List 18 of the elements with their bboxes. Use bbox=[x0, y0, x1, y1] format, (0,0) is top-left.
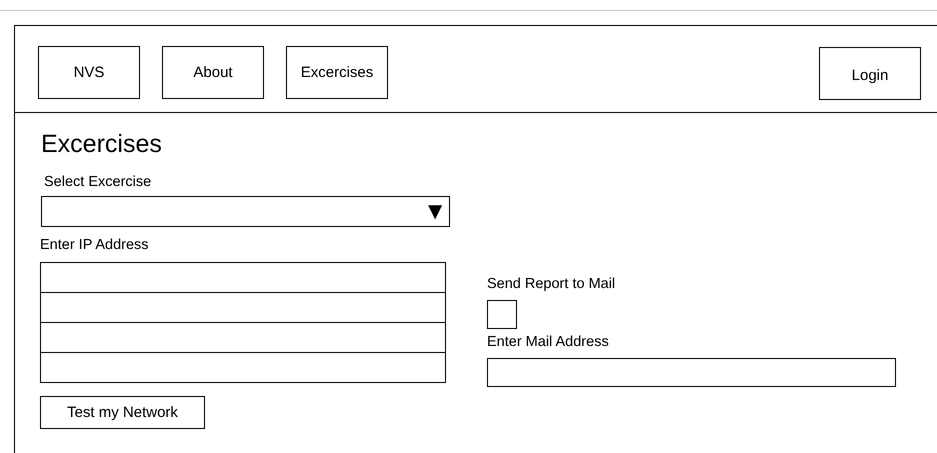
login-button[interactable]: Login bbox=[819, 47, 921, 100]
input-field[interactable] bbox=[40, 292, 446, 323]
checkbox-label: Send Report to Mail bbox=[487, 275, 616, 293]
page-title: Excercises bbox=[41, 129, 162, 159]
field-label: Enter Mail Address bbox=[487, 333, 609, 351]
submit-button[interactable]: Test my Network bbox=[40, 396, 205, 429]
input-field[interactable] bbox=[40, 352, 446, 383]
input-field[interactable] bbox=[40, 322, 446, 353]
dropdown-arrow-icon: ▼ bbox=[423, 198, 447, 224]
field-label: Enter IP Address bbox=[40, 236, 149, 254]
dropdown[interactable]: ▼ bbox=[41, 196, 450, 227]
input-field[interactable] bbox=[487, 358, 896, 387]
checkbox[interactable] bbox=[487, 300, 517, 329]
input-field[interactable] bbox=[40, 262, 446, 293]
nav-button[interactable]: About bbox=[162, 46, 264, 99]
field-label: Select Excercise bbox=[44, 173, 152, 191]
nav-button[interactable]: NVS bbox=[38, 46, 140, 99]
nav-button[interactable]: Excercises bbox=[286, 46, 388, 99]
